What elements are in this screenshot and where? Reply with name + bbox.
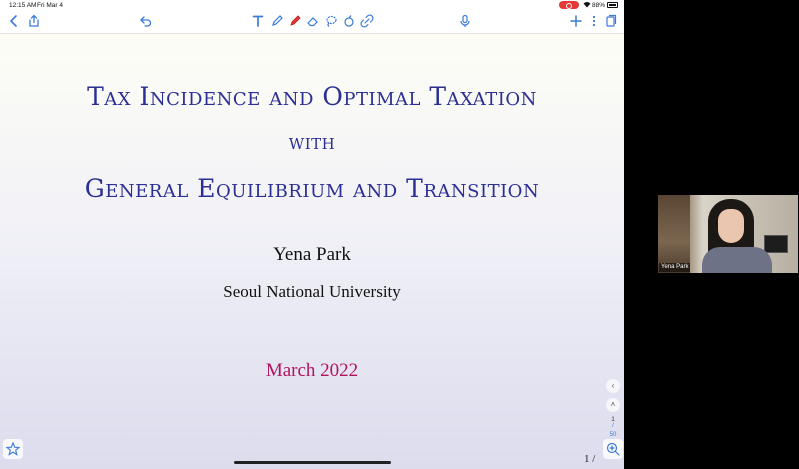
status-time: 12:15 AM [9,2,37,9]
eraser-tool-icon[interactable] [306,14,320,28]
favorite-star-icon[interactable] [3,439,23,459]
highlighter-tool-icon[interactable] [288,14,302,28]
toolbar [0,11,624,34]
video-monitor [764,235,788,253]
slide-title-line-3: General Equilibrium and Transition [84,174,540,203]
slide-date: March 2022 [265,360,359,381]
microphone-icon[interactable] [458,14,472,28]
participant-face [718,209,744,243]
zoom-icon[interactable] [603,439,623,459]
slide-canvas[interactable]: Tax Incidence and Optimal Taxation with … [0,34,624,469]
collapse-navigator-icon[interactable]: ‹ [606,379,620,393]
previous-page-icon[interactable]: ˄ [606,398,620,412]
status-bar: 12:15 AM Fri Mar 4 88% [0,0,624,11]
screen-recording-icon [559,1,579,9]
slide-title-line-1: Tax Incidence and Optimal Taxation [87,82,537,111]
text-tool-icon[interactable] [251,14,265,28]
participant-body [702,247,772,273]
status-date: Fri Mar 4 [37,2,63,9]
participant-name-tag: Yena Park [659,263,691,272]
back-icon[interactable] [7,14,21,28]
total-page-count: 50 [609,432,617,438]
page-separator: / [612,423,614,429]
undo-icon[interactable] [139,14,153,28]
pages-icon[interactable] [604,14,618,28]
video-bookshelf [658,195,690,273]
battery-icon [607,2,618,8]
slide-affiliation: Seoul National University [223,282,401,301]
slide-title-line-2: with [288,130,336,155]
slide-author: Yena Park [273,244,351,265]
ipad-screen: 12:15 AM Fri Mar 4 88% Tax Incidence and… [0,0,624,469]
participant-video-tile[interactable]: Yena Park [658,195,798,273]
bottom-bar: 1 / [0,439,624,469]
add-icon[interactable] [569,14,583,28]
lasso-tool-icon[interactable] [324,14,338,28]
pen-tool-icon[interactable] [270,14,284,28]
battery-percentage: 88% [592,2,606,9]
home-indicator[interactable] [234,461,391,464]
link-tool-icon[interactable] [360,14,374,28]
shapes-tool-icon[interactable] [342,14,356,28]
more-icon[interactable] [587,14,601,28]
share-icon[interactable] [27,14,41,28]
wifi-icon [583,1,591,10]
slide-number: 1 / [584,453,596,465]
